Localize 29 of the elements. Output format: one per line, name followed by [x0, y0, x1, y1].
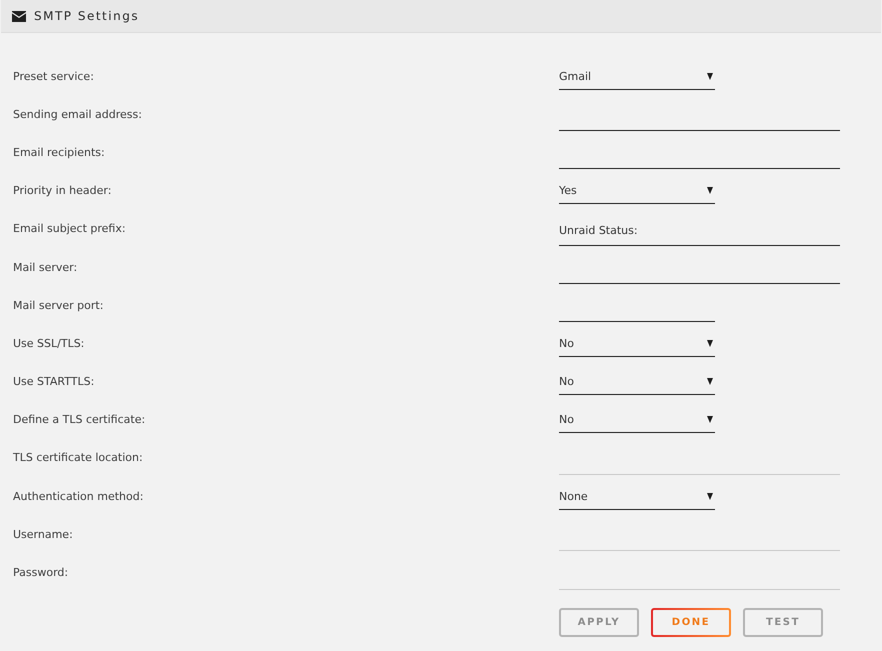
field-label: Authentication method:	[13, 490, 144, 503]
field-label: Priority in header:	[13, 184, 112, 198]
field-label: Mail server port:	[13, 298, 104, 312]
field-label: Email recipients:	[13, 146, 105, 159]
field-label: Email subject prefix:	[13, 222, 126, 236]
caret-icon	[707, 378, 713, 386]
field-label: Use SSL/TLS:	[13, 336, 84, 350]
caret-icon	[707, 492, 713, 500]
dropdown-field[interactable]: Yes	[559, 178, 715, 204]
dropdown-field[interactable]: Gmail	[559, 64, 715, 90]
field-label: Use STARTTLS:	[13, 375, 94, 388]
caret-icon	[707, 340, 713, 347]
field-label: TLS certificate location:	[13, 451, 143, 464]
dropdown-field[interactable]: No	[559, 330, 715, 357]
panel-title: SMTP Settings	[34, 9, 140, 23]
input-field[interactable]: Unraid Status:	[559, 216, 840, 246]
caret-icon	[707, 416, 713, 424]
field-label: Mail server:	[13, 260, 78, 274]
caret-icon	[707, 187, 713, 194]
field-label: Preset service:	[13, 70, 94, 83]
dropdown-field[interactable]: None	[559, 484, 715, 510]
dropdown-field[interactable]: No	[559, 369, 715, 396]
field-label: Sending email address:	[13, 108, 142, 121]
field-label: Username:	[13, 528, 73, 541]
caret-icon	[707, 72, 713, 80]
field-label: Password:	[13, 566, 68, 580]
field-label: Define a TLS certificate:	[13, 413, 146, 426]
dropdown-field[interactable]: No	[559, 407, 715, 434]
envelope-icon	[12, 11, 26, 22]
